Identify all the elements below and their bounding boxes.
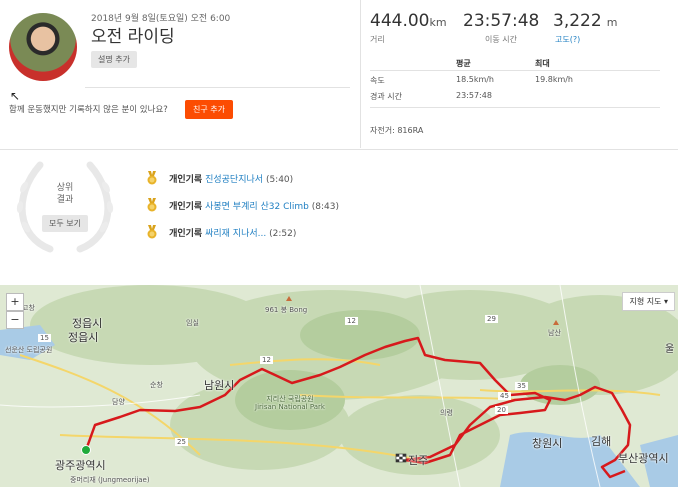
place-label: 울: [665, 344, 675, 355]
elapsed-label: 경과 시간: [370, 92, 402, 101]
achievement-prefix: 개인기록: [169, 229, 203, 239]
segment-link[interactable]: 진성공단지나서: [205, 175, 263, 185]
friend-question: 함께 운동했지만 기록하지 않은 분이 있나요?: [9, 105, 168, 115]
divider: [370, 70, 660, 71]
start-marker-icon[interactable]: [81, 445, 91, 455]
road-number: 45: [498, 392, 511, 400]
map-type-dropdown[interactable]: 지형 지도 ▾: [622, 292, 675, 311]
avg-column-header: 평균: [456, 59, 471, 68]
place-label: 지리산 국립공원 Jirisan National Park: [255, 395, 325, 411]
distance-unit: km: [429, 16, 447, 29]
place-label: 선운산 도립공원: [5, 346, 53, 354]
achievement-row: 개인기록 싸리재 지나서... (2:52): [146, 224, 296, 243]
place-label: 창원시: [532, 437, 563, 450]
road-number: 12: [260, 356, 273, 364]
achievement-row: 개인기록 진성공단지나서 (5:40): [146, 170, 293, 189]
route-map[interactable]: 15 12 12 25 45 20 29 35 정읍시 정읍시 선운산 도립공원…: [0, 285, 678, 487]
laurel-wreath-icon: [16, 161, 114, 253]
place-label: 광주광역시: [55, 459, 106, 472]
distance-stat: 444.00km: [370, 11, 447, 31]
add-description-button[interactable]: 설명 추가: [91, 51, 137, 68]
mouse-cursor-icon: ↖: [10, 89, 21, 103]
place-label: 진주: [408, 454, 429, 467]
elevation-stat: 3,222 m: [553, 11, 617, 31]
activity-title: 오전 라이딩: [91, 27, 175, 47]
divider: [360, 0, 361, 148]
elapsed-value: 23:57:48: [456, 91, 492, 100]
place-label: 담양: [112, 398, 125, 406]
finish-flag-icon[interactable]: [395, 453, 407, 463]
elevation-value: 3,222: [553, 11, 602, 31]
gold-medal-icon: [147, 171, 157, 185]
zoom-out-button[interactable]: −: [6, 311, 24, 329]
road-number: 25: [175, 438, 188, 446]
road-number: 29: [485, 315, 498, 323]
divider: [370, 107, 660, 108]
achievement-row: 개인기록 사봉면 부계리 산32 Climb (8:43): [146, 197, 339, 216]
divider: [0, 149, 678, 150]
road-number: 35: [515, 382, 528, 390]
elevation-help-link[interactable]: 고도(?): [555, 34, 580, 45]
distance-label: 거리: [370, 35, 385, 44]
speed-label: 속도: [370, 76, 385, 85]
place-label: 순창: [150, 381, 163, 389]
speed-max: 19.8km/h: [535, 75, 574, 84]
top-results-line1: 상위: [56, 183, 74, 193]
speed-avg: 18.5km/h: [456, 75, 495, 84]
segment-link[interactable]: 싸리재 지나서...: [205, 229, 266, 239]
place-label: 남원시: [204, 379, 235, 392]
achievement-prefix: 개인기록: [169, 202, 203, 212]
place-label: 김해: [591, 435, 612, 448]
road-number: 15: [38, 334, 51, 342]
segment-time: (8:43): [311, 202, 339, 212]
top-results-line2: 결과: [56, 195, 74, 205]
road-number: 12: [345, 317, 358, 325]
achievement-prefix: 개인기록: [169, 175, 203, 185]
moving-time-stat: 23:57:48: [463, 11, 539, 31]
moving-time-label: 이동 시간: [485, 35, 517, 44]
gold-medal-icon: [147, 198, 157, 212]
divider: [85, 87, 350, 88]
place-label: 정읍시: [68, 331, 99, 344]
segment-time: (5:40): [265, 175, 294, 185]
road-number: 20: [495, 406, 508, 414]
place-label: 961 봉 Bong: [265, 306, 308, 314]
place-label: 부산광역시: [618, 452, 669, 465]
place-label: 남산: [548, 329, 561, 337]
top-results-title: 상위 결과: [45, 182, 85, 206]
segment-time: (2:52): [269, 229, 297, 239]
segment-link[interactable]: 사봉면 부계리 산32 Climb: [205, 202, 309, 212]
place-label: 의령: [440, 409, 453, 417]
gold-medal-icon: [147, 225, 157, 239]
add-friend-button[interactable]: 친구 추가: [185, 100, 233, 119]
moving-time-value: 23:57:48: [463, 11, 540, 31]
athlete-avatar[interactable]: [9, 13, 77, 81]
elevation-unit: m: [606, 16, 618, 29]
max-column-header: 최대: [535, 59, 550, 68]
distance-value: 444.00: [370, 11, 430, 31]
bike-info: 자전거: 816RA: [370, 126, 424, 135]
place-label: 중머리재 (Jungmeorijae): [70, 476, 150, 484]
place-label: 임실: [186, 319, 199, 327]
show-all-button[interactable]: 모두 보기: [42, 215, 88, 232]
zoom-in-button[interactable]: +: [6, 293, 24, 311]
